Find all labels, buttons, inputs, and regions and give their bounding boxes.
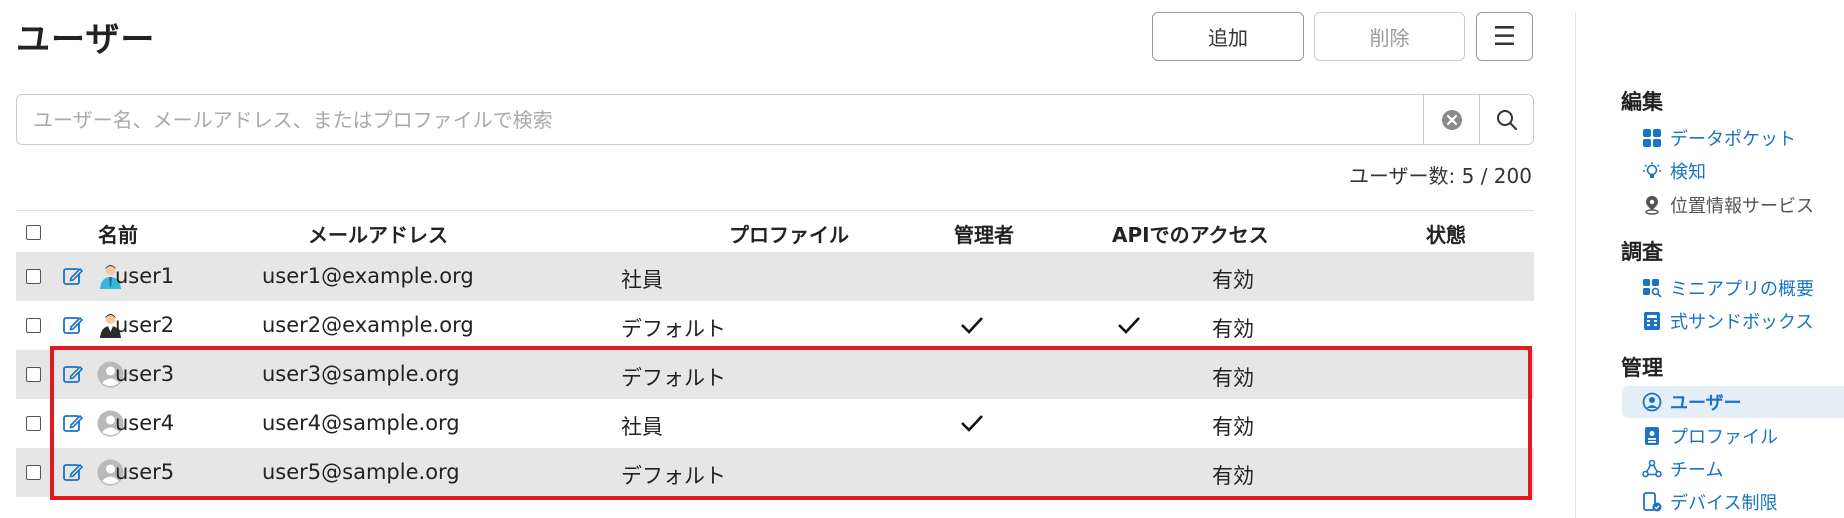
column-header-status[interactable]: 状態 xyxy=(1426,219,1466,248)
apps-search-icon xyxy=(1643,279,1662,298)
search-icon xyxy=(1497,109,1517,130)
user-name[interactable]: user5 xyxy=(115,460,174,484)
sidebar-item-label: ユーザー xyxy=(1670,393,1742,414)
sidebar-item-label: プロファイル xyxy=(1670,427,1778,448)
id-badge-icon xyxy=(1645,427,1659,445)
sidebar-item-formula-sandbox[interactable]: 式サンドボックス xyxy=(1622,305,1813,337)
user-circle-icon xyxy=(1642,392,1662,412)
sidebar-item-mini-app-overview[interactable]: ミニアプリの概要 xyxy=(1622,272,1814,304)
device-restriction-icon xyxy=(1643,492,1662,512)
user-status: 有効 xyxy=(1212,464,1254,488)
user-name[interactable]: user1 xyxy=(115,264,174,288)
table-row[interactable]: user1 user1@example.org 社員 有効 xyxy=(16,252,1534,301)
user-name[interactable]: user2 xyxy=(115,313,174,337)
search-button[interactable] xyxy=(1479,95,1534,144)
team-icon xyxy=(1642,459,1662,478)
clear-search-button[interactable] xyxy=(1423,95,1479,144)
delete-button[interactable]: 削除 xyxy=(1314,12,1465,61)
sidebar-item-label: 式サンドボックス xyxy=(1670,312,1814,333)
table-row[interactable]: user4 user4@sample.org 社員 有効 xyxy=(16,399,1534,448)
location-pin-icon xyxy=(1645,196,1659,215)
clear-icon xyxy=(1441,109,1462,130)
edit-icon[interactable] xyxy=(62,314,84,336)
row-checkbox[interactable] xyxy=(26,318,41,333)
page-title: ユーザー xyxy=(16,20,156,60)
calculator-icon xyxy=(1644,312,1660,330)
sidebar-item-label: チーム xyxy=(1670,460,1724,481)
search-bar xyxy=(16,94,1534,145)
edit-icon[interactable] xyxy=(62,461,84,483)
edit-icon[interactable] xyxy=(62,265,84,287)
column-header-api-access[interactable]: APIでのアクセス xyxy=(1112,219,1269,248)
row-checkbox[interactable] xyxy=(26,416,41,431)
sidebar-item-detection[interactable]: 検知 xyxy=(1622,155,1706,187)
user-name[interactable]: user3 xyxy=(115,362,174,386)
sidebar-item-label: 位置情報サービス xyxy=(1670,196,1814,217)
user-profile: デフォルト xyxy=(621,317,726,341)
sidebar-item-users[interactable]: ユーザー xyxy=(1622,386,1844,418)
sidebar-item-label: データポケット xyxy=(1670,129,1796,150)
row-checkbox[interactable] xyxy=(26,367,41,382)
user-email: user5@sample.org xyxy=(262,460,460,484)
edit-icon[interactable] xyxy=(62,412,84,434)
grid-icon xyxy=(1643,129,1661,147)
user-email: user4@sample.org xyxy=(262,411,460,435)
sidebar-item-label: ミニアプリの概要 xyxy=(1670,279,1814,300)
sidebar-divider xyxy=(1575,12,1576,518)
lightbulb-icon xyxy=(1643,162,1661,178)
user-profile: デフォルト xyxy=(621,464,726,488)
sidebar-item-label: 検知 xyxy=(1670,162,1706,183)
user-email: user2@example.org xyxy=(262,313,474,337)
user-count: ユーザー数: 5 / 200 xyxy=(1348,164,1532,188)
column-header-profile[interactable]: プロファイル xyxy=(729,219,849,248)
table-row[interactable]: user5 user5@sample.org デフォルト 有効 xyxy=(16,448,1534,497)
user-profile: デフォルト xyxy=(621,366,726,390)
sidebar-item-data-pocket[interactable]: データポケット xyxy=(1622,122,1796,154)
sidebar-item-location-services[interactable]: 位置情報サービス xyxy=(1622,189,1814,221)
row-checkbox[interactable] xyxy=(26,269,41,284)
user-status: 有効 xyxy=(1212,415,1254,439)
select-all-checkbox[interactable] xyxy=(26,225,41,240)
admin-check-icon xyxy=(961,415,983,432)
column-header-admin[interactable]: 管理者 xyxy=(954,219,1014,248)
user-profile: 社員 xyxy=(621,415,663,439)
row-checkbox[interactable] xyxy=(26,465,41,480)
admin-check-icon xyxy=(961,317,983,334)
sidebar-item-label: デバイス制限 xyxy=(1670,493,1778,514)
user-status: 有効 xyxy=(1212,268,1254,292)
api-access-check-icon xyxy=(1118,317,1140,334)
users-table: 名前 メールアドレス プロファイル 管理者 APIでのアクセス 状態 user1… xyxy=(16,210,1534,497)
table-row[interactable]: user2 user2@example.org デフォルト 有効 xyxy=(16,301,1534,350)
sidebar-heading-admin: 管理 xyxy=(1621,356,1663,380)
edit-icon[interactable] xyxy=(62,363,84,385)
user-email: user1@example.org xyxy=(262,264,474,288)
menu-button[interactable]: ☰ xyxy=(1476,12,1533,61)
table-header: 名前 メールアドレス プロファイル 管理者 APIでのアクセス 状態 xyxy=(16,210,1534,252)
sidebar-item-profiles[interactable]: プロファイル xyxy=(1622,420,1778,452)
column-header-email[interactable]: メールアドレス xyxy=(308,219,448,248)
search-input[interactable] xyxy=(17,95,1423,144)
add-button[interactable]: 追加 xyxy=(1152,12,1304,61)
user-profile: 社員 xyxy=(621,268,663,292)
table-row[interactable]: user3 user3@sample.org デフォルト 有効 xyxy=(16,350,1534,399)
user-status: 有効 xyxy=(1212,366,1254,390)
sidebar-item-device-restriction[interactable]: デバイス制限 xyxy=(1622,486,1777,518)
user-email: user3@sample.org xyxy=(262,362,460,386)
sidebar-heading-edit: 編集 xyxy=(1621,90,1663,114)
user-status: 有効 xyxy=(1212,317,1254,341)
sidebar-item-teams[interactable]: チーム xyxy=(1622,453,1723,485)
user-name[interactable]: user4 xyxy=(115,411,174,435)
sidebar-heading-investigate: 調査 xyxy=(1621,240,1663,264)
column-header-name[interactable]: 名前 xyxy=(98,219,138,248)
